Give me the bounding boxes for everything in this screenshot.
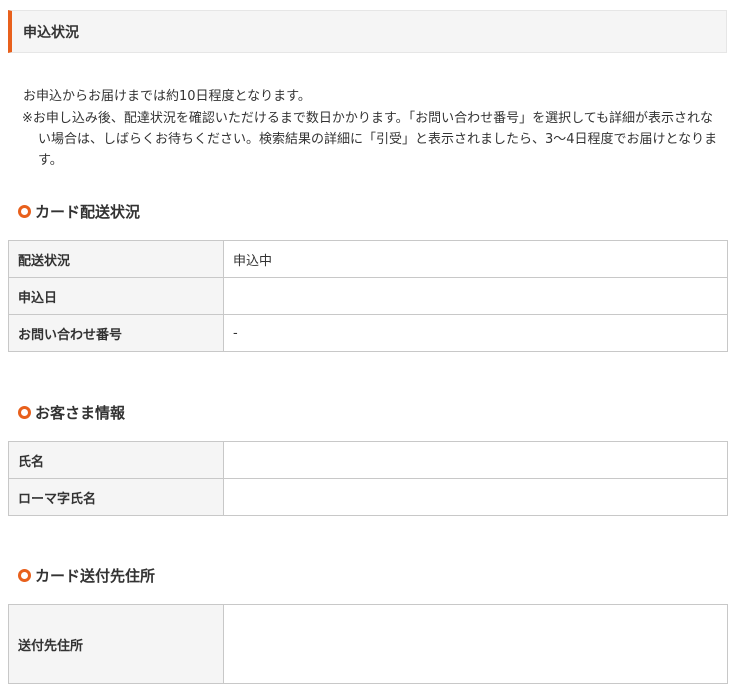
section-heading-customer: お客さま情報 [18, 402, 125, 423]
section-heading-label: カード配送状況 [35, 203, 141, 221]
application-status-page: 申込状況 お申込からお届けまでは約10日程度となります。 ※お申し込み後、配達状… [0, 0, 738, 695]
application-date-value [223, 277, 728, 315]
section-heading-delivery: カード配送状況 [18, 201, 140, 222]
circle-bullet-icon [18, 406, 31, 419]
table-row: 申込日 [8, 277, 728, 315]
delivery-time-notice: お申込からお届けまでは約10日程度となります。 [23, 89, 311, 104]
customer-info-table: 氏名 ローマ字氏名 [8, 441, 728, 516]
table-row: お問い合わせ番号 - [8, 314, 728, 352]
table-row: 氏名 [8, 441, 728, 479]
name-value [223, 441, 728, 479]
delivery-status-value: 申込中 [223, 240, 728, 278]
delivery-status-label: 配送状況 [8, 240, 224, 278]
inquiry-number-value: - [223, 314, 728, 352]
table-row: 配送状況 申込中 [8, 240, 728, 278]
section-heading-label: カード送付先住所 [35, 567, 156, 585]
intro-text: お申込からお届けまでは約10日程度となります。 ※お申し込み後、配達状況を確認い… [22, 86, 722, 171]
romaji-name-value [223, 478, 728, 516]
application-date-label: 申込日 [8, 277, 224, 315]
circle-bullet-icon [18, 205, 31, 218]
table-row: ローマ字氏名 [8, 478, 728, 516]
address-table: 送付先住所 [8, 604, 728, 684]
romaji-name-label: ローマ字氏名 [8, 478, 224, 516]
page-title: 申込状況 [8, 10, 727, 53]
section-heading-address: カード送付先住所 [18, 565, 155, 586]
section-heading-label: お客さま情報 [35, 404, 126, 422]
tracking-note: ※お申し込み後、配達状況を確認いただけるまで数日かかります。「お問い合わせ番号」… [22, 111, 718, 168]
table-row: 送付先住所 [8, 604, 728, 684]
circle-bullet-icon [18, 569, 31, 582]
delivery-address-value [223, 604, 728, 684]
inquiry-number-label: お問い合わせ番号 [8, 314, 224, 352]
delivery-address-label: 送付先住所 [8, 604, 224, 684]
name-label: 氏名 [8, 441, 224, 479]
delivery-status-table: 配送状況 申込中 申込日 お問い合わせ番号 - [8, 240, 728, 352]
